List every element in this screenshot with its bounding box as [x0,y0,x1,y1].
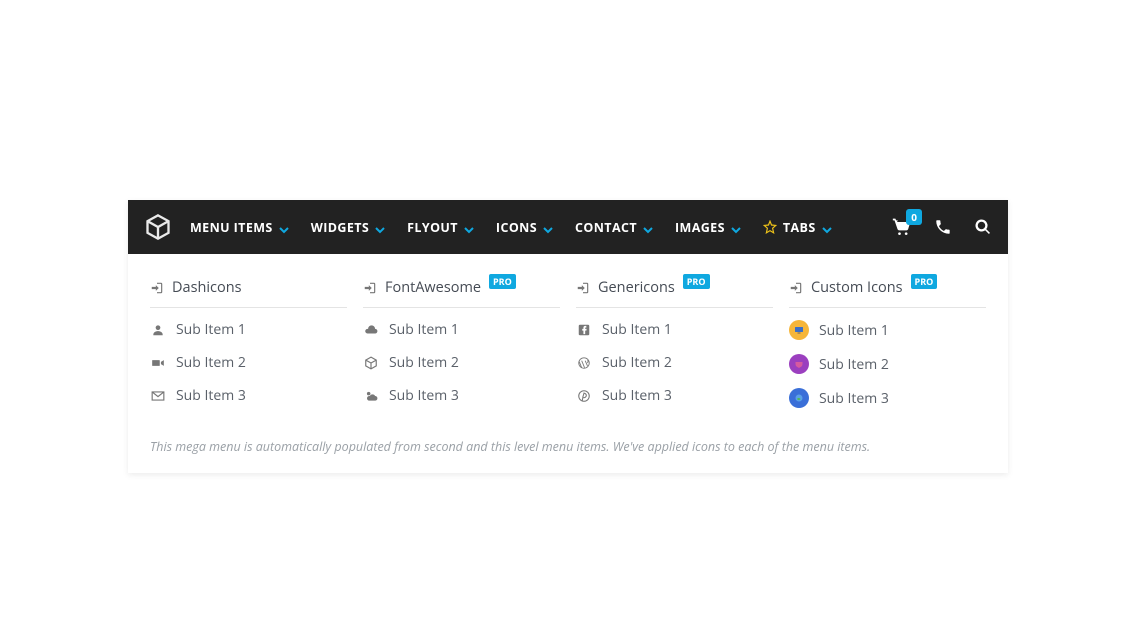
nav-label: CONTACT [575,219,637,236]
nav-label: WIDGETS [311,219,369,236]
col-title: Genericons [598,278,675,297]
globe-circle-icon [789,388,809,408]
nav-label: IMAGES [675,219,725,236]
cart-count-badge: 0 [906,209,922,225]
sub-list: Sub Item 1 Sub Item 2 Sub Item 3 [789,320,986,408]
sub-label: Sub Item 2 [819,355,889,374]
col-genericons: Genericons PRO Sub Item 1 Sub Ite [576,278,773,408]
pro-badge: PRO [683,274,710,289]
sub-label: Sub Item 1 [819,321,889,340]
col-title: Dashicons [172,278,242,297]
cart-button[interactable]: 0 [892,217,912,237]
sub-item-dashicons-1[interactable]: Sub Item 1 [150,320,347,339]
col-header-custom[interactable]: Custom Icons PRO [789,278,986,308]
chevron-down-icon [464,222,474,232]
col-header-fontawesome[interactable]: FontAwesome PRO [363,278,560,308]
nav-label: ICONS [496,219,537,236]
nav-item-tabs[interactable]: TABS [763,219,832,236]
nav-item-flyout[interactable]: FLYOUT [407,219,474,236]
nav-item-icons[interactable]: ICONS [496,219,553,236]
user-icon [150,322,166,338]
sub-item-fa-1[interactable]: Sub Item 1 [363,320,560,339]
cloud-sun-icon [363,388,379,404]
mega-panel: Dashicons Sub Item 1 Sub Item 2 [128,254,1008,473]
facebook-icon [576,322,592,338]
sub-label: Sub Item 1 [389,320,459,339]
nav-right: 0 [892,217,992,237]
pinterest-icon [576,388,592,404]
sub-item-fa-3[interactable]: Sub Item 3 [363,386,560,405]
video-icon [150,355,166,371]
col-fontawesome: FontAwesome PRO Sub Item 1 Sub It [363,278,560,408]
sub-item-custom-2[interactable]: Sub Item 2 [789,354,986,374]
sub-item-custom-3[interactable]: Sub Item 3 [789,388,986,408]
sub-label: Sub Item 3 [602,386,672,405]
col-custom: Custom Icons PRO Sub Item 1 Sub I [789,278,986,408]
menu-panel: MENU ITEMS WIDGETS FLYOUT ICONS [128,200,1008,473]
login-arrow-icon [363,281,377,295]
col-header-dashicons[interactable]: Dashicons [150,278,347,308]
chevron-down-icon [279,222,289,232]
chevron-down-icon [731,222,741,232]
sub-list: Sub Item 1 Sub Item 2 Sub Item 3 [576,320,773,405]
sub-label: Sub Item 3 [819,389,889,408]
cloud-icon [363,322,379,338]
sub-item-dashicons-2[interactable]: Sub Item 2 [150,353,347,372]
login-arrow-icon [576,281,590,295]
chevron-down-icon [543,222,553,232]
sub-label: Sub Item 2 [176,353,246,372]
nav-item-menu-items[interactable]: MENU ITEMS [190,219,289,236]
sub-item-dashicons-3[interactable]: Sub Item 3 [150,386,347,405]
logo-icon [144,213,172,241]
sub-item-gen-2[interactable]: Sub Item 2 [576,353,773,372]
nav-label: TABS [783,219,816,236]
pro-badge: PRO [911,274,938,289]
sub-item-gen-1[interactable]: Sub Item 1 [576,320,773,339]
computer-circle-icon [789,320,809,340]
sub-label: Sub Item 1 [176,320,246,339]
sub-list: Sub Item 1 Sub Item 2 Sub Item 3 [150,320,347,405]
nav-item-widgets[interactable]: WIDGETS [311,219,385,236]
sub-item-gen-3[interactable]: Sub Item 3 [576,386,773,405]
login-arrow-icon [150,281,164,295]
col-title: Custom Icons [811,278,903,297]
chevron-down-icon [643,222,653,232]
chevron-down-icon [822,222,832,232]
mega-footnote: This mega menu is automatically populate… [150,438,986,455]
sub-label: Sub Item 2 [602,353,672,372]
col-dashicons: Dashicons Sub Item 1 Sub Item 2 [150,278,347,408]
sub-label: Sub Item 1 [602,320,672,339]
nav-label: MENU ITEMS [190,219,273,236]
star-icon [763,220,777,234]
login-arrow-icon [789,281,803,295]
paint-circle-icon [789,354,809,374]
nav-item-images[interactable]: IMAGES [675,219,741,236]
wordpress-icon [576,355,592,371]
mega-columns: Dashicons Sub Item 1 Sub Item 2 [150,278,986,408]
chevron-down-icon [375,222,385,232]
sub-item-custom-1[interactable]: Sub Item 1 [789,320,986,340]
phone-icon[interactable] [934,218,952,236]
sub-item-fa-2[interactable]: Sub Item 2 [363,353,560,372]
navbar: MENU ITEMS WIDGETS FLYOUT ICONS [128,200,1008,254]
col-header-genericons[interactable]: Genericons PRO [576,278,773,308]
col-title: FontAwesome [385,278,481,297]
sub-label: Sub Item 3 [389,386,459,405]
nav-item-contact[interactable]: CONTACT [575,219,653,236]
sub-label: Sub Item 2 [389,353,459,372]
cube-icon [363,355,379,371]
search-icon[interactable] [974,218,992,236]
nav-label: FLYOUT [407,219,458,236]
sub-label: Sub Item 3 [176,386,246,405]
pro-badge: PRO [489,274,516,289]
nav-items: MENU ITEMS WIDGETS FLYOUT ICONS [190,219,832,236]
sub-list: Sub Item 1 Sub Item 2 Sub Item 3 [363,320,560,405]
mail-icon [150,388,166,404]
